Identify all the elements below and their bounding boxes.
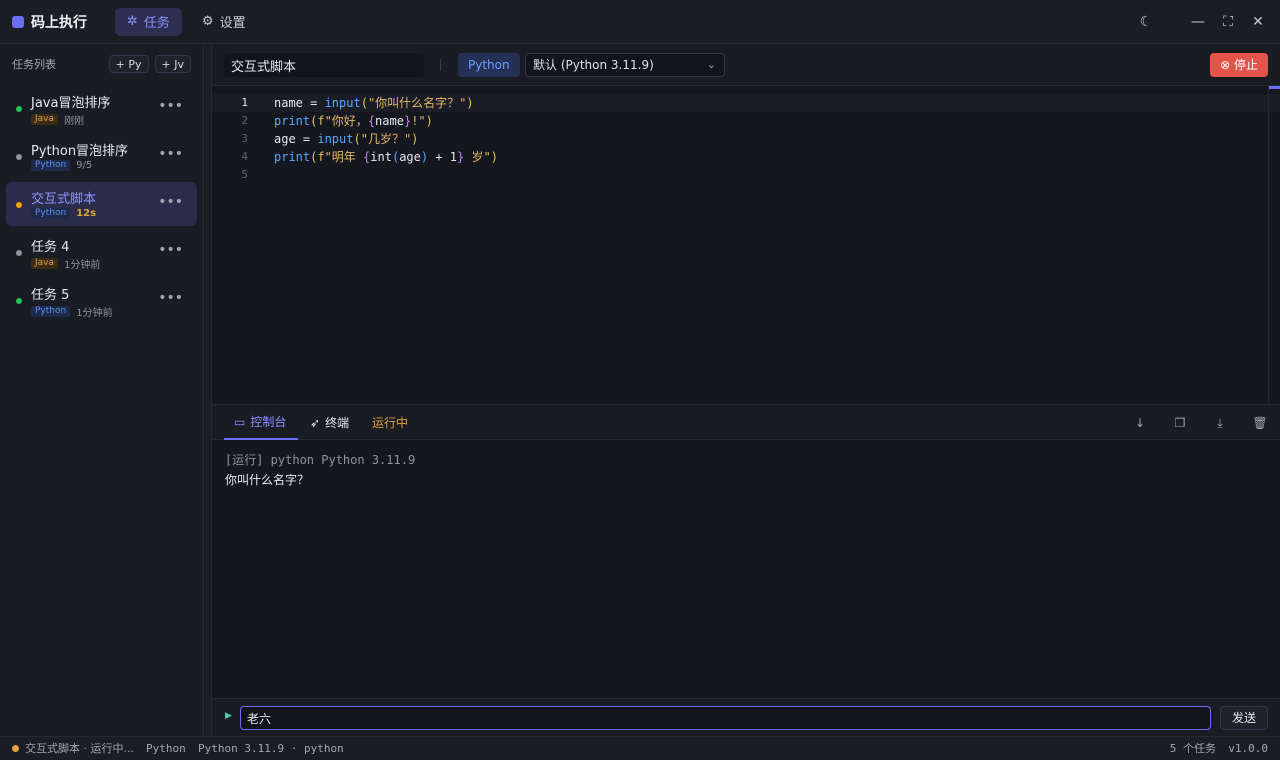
send-arrow-icon: ➶ bbox=[310, 415, 321, 430]
status-task: 交互式脚本 · 运行中... bbox=[25, 742, 134, 755]
task-status-dot bbox=[16, 106, 22, 112]
task-item[interactable]: 任务 4 Java 1分钟前 ••• bbox=[6, 230, 197, 274]
gear-icon: ⚙ bbox=[201, 14, 214, 29]
minimize-icon[interactable]: — bbox=[1190, 14, 1206, 30]
code-line: 1 name = input("你叫什么名字？") bbox=[212, 94, 1280, 112]
language-selector[interactable]: Python bbox=[458, 53, 520, 77]
scrollbar-thumb[interactable] bbox=[1269, 86, 1280, 89]
copy-icon[interactable]: ❐ bbox=[1172, 416, 1188, 430]
code-line: 3 age = input("几岁？") bbox=[212, 130, 1280, 148]
theme-toggle-moon-icon[interactable]: ☾ bbox=[1138, 14, 1154, 30]
maximize-icon[interactable]: ⛶ bbox=[1220, 14, 1236, 30]
stdin-input[interactable] bbox=[240, 706, 1211, 730]
task-status-dot bbox=[16, 154, 22, 160]
tab-tasks-label: 任务 bbox=[143, 16, 170, 31]
status-dot bbox=[12, 745, 19, 752]
title-bar: 码上执行 ✲ 任务 ⚙ 设置 ☾ — ⛶ ✕ bbox=[0, 0, 1280, 44]
task-name-input[interactable] bbox=[224, 53, 424, 77]
tab-settings[interactable]: ⚙ 设置 bbox=[190, 8, 258, 36]
task-status-dot bbox=[16, 298, 22, 304]
task-item[interactable]: Python冒泡排序 Python 9/5 ••• bbox=[6, 134, 197, 178]
stop-button-label: 停止 bbox=[1233, 58, 1258, 72]
task-name: 任务 4 bbox=[31, 240, 70, 255]
line-number: 4 bbox=[241, 150, 248, 163]
tab-settings-label: 设置 bbox=[219, 16, 246, 31]
tab-terminal[interactable]: ➶ 终端 bbox=[310, 405, 349, 440]
stop-circle-icon: ⊗ bbox=[1220, 58, 1231, 72]
chevron-down-icon: ⌄ bbox=[706, 58, 716, 71]
code-line: 5 bbox=[212, 166, 1280, 184]
stdin-bar: ▶ 发送 bbox=[212, 698, 1280, 736]
tab-console-label: 控制台 bbox=[250, 414, 287, 429]
sidebar: 任务列表 + Py + Jv Java冒泡排序 Java 刚刚 ••• Pytho… bbox=[0, 44, 204, 736]
task-time: 1分钟前 bbox=[76, 308, 113, 319]
line-number: 3 bbox=[241, 132, 248, 145]
tab-tasks[interactable]: ✲ 任务 bbox=[115, 7, 182, 36]
console-tab-bar: ▭ 控制台 ➶ 终端 运行中 ↓ ❐ ⤓ 🗑 bbox=[212, 404, 1280, 440]
task-name: Java冒泡排序 bbox=[31, 96, 111, 111]
task-name: 交互式脚本 bbox=[31, 192, 97, 207]
more-icon[interactable]: ••• bbox=[158, 242, 183, 258]
more-icon[interactable]: ••• bbox=[158, 290, 183, 306]
status-task-count: 5 个任务 bbox=[1169, 742, 1216, 755]
app-logo-icon bbox=[12, 15, 24, 28]
task-time: 刚刚 bbox=[64, 116, 85, 127]
editor-scrollbar[interactable] bbox=[1268, 86, 1280, 404]
sidebar-title: 任务列表 bbox=[12, 58, 56, 71]
language-badge: Python bbox=[31, 306, 71, 317]
console-line: 你叫什么名字？ bbox=[225, 473, 310, 487]
editor-toolbar: Python 默认 (Python 3.11.9) ⌄ ⊗ 停止 bbox=[212, 44, 1280, 86]
task-item-active[interactable]: 交互式脚本 Python 12s ••• bbox=[6, 182, 197, 226]
task-time: 1分钟前 bbox=[64, 260, 101, 271]
trash-icon[interactable]: 🗑 bbox=[1252, 416, 1268, 430]
line-number: 5 bbox=[241, 168, 248, 181]
more-icon[interactable]: ••• bbox=[158, 146, 183, 162]
task-item[interactable]: Java冒泡排序 Java 刚刚 ••• bbox=[6, 86, 197, 130]
language-badge: Python bbox=[31, 160, 71, 171]
task-time: 12s bbox=[76, 208, 97, 219]
tab-terminal-label: 终端 bbox=[325, 415, 350, 430]
close-icon[interactable]: ✕ bbox=[1250, 14, 1266, 30]
download-icon[interactable]: ⤓ bbox=[1212, 416, 1228, 431]
task-status-dot bbox=[16, 202, 22, 208]
status-bar: 交互式脚本 · 运行中... Python Python 3.11.9 · py… bbox=[0, 736, 1280, 760]
add-python-task-button[interactable]: + Py bbox=[108, 55, 149, 73]
task-item[interactable]: 任务 5 Python 1分钟前 ••• bbox=[6, 278, 197, 322]
task-time: 9/5 bbox=[76, 160, 93, 171]
prompt-arrow-icon: ▶ bbox=[225, 711, 232, 721]
task-name: 任务 5 bbox=[31, 288, 70, 303]
task-name: Python冒泡排序 bbox=[31, 144, 129, 159]
toolbar-divider bbox=[440, 59, 441, 71]
code-editor[interactable]: 1 name = input("你叫什么名字？") 2 print(f"你好，{… bbox=[212, 86, 1280, 404]
code-line: 4 print(f"明年 {int(age) + 1} 岁") bbox=[212, 148, 1280, 166]
console-output: [运行] python Python 3.11.9 你叫什么名字？ bbox=[212, 440, 1280, 698]
tab-console[interactable]: ▭ 控制台 bbox=[224, 405, 298, 440]
scroll-down-icon[interactable]: ↓ bbox=[1132, 416, 1148, 430]
status-version: v1.0.0 bbox=[1228, 742, 1268, 755]
language-badge: Java bbox=[31, 114, 59, 125]
runtime-select-value: 默认 (Python 3.11.9) bbox=[533, 58, 654, 72]
code-line: 2 print(f"你好，{name}!") bbox=[212, 112, 1280, 130]
more-icon[interactable]: ••• bbox=[158, 98, 183, 114]
status-language: Python bbox=[146, 742, 186, 755]
console-line: [运行] python Python 3.11.9 bbox=[225, 453, 416, 467]
stop-button[interactable]: ⊗ 停止 bbox=[1210, 53, 1268, 77]
monitor-icon: ▭ bbox=[234, 414, 246, 429]
task-status-dot bbox=[16, 250, 22, 256]
line-number: 1 bbox=[241, 96, 248, 109]
sidebar-resize-handle[interactable] bbox=[205, 44, 212, 736]
runtime-select[interactable]: 默认 (Python 3.11.9) ⌄ bbox=[525, 53, 725, 77]
more-icon[interactable]: ••• bbox=[158, 194, 183, 210]
line-number: 2 bbox=[241, 114, 248, 127]
run-status-label: 运行中 bbox=[372, 416, 409, 430]
add-java-task-button[interactable]: + Jv bbox=[154, 55, 191, 73]
language-badge: Java bbox=[31, 258, 59, 269]
send-button[interactable]: 发送 bbox=[1220, 706, 1268, 730]
language-badge: Python bbox=[31, 208, 71, 219]
cpu-icon: ✲ bbox=[127, 14, 138, 29]
app-title: 码上执行 bbox=[31, 14, 87, 31]
status-runtime: Python 3.11.9 · python bbox=[198, 742, 344, 755]
